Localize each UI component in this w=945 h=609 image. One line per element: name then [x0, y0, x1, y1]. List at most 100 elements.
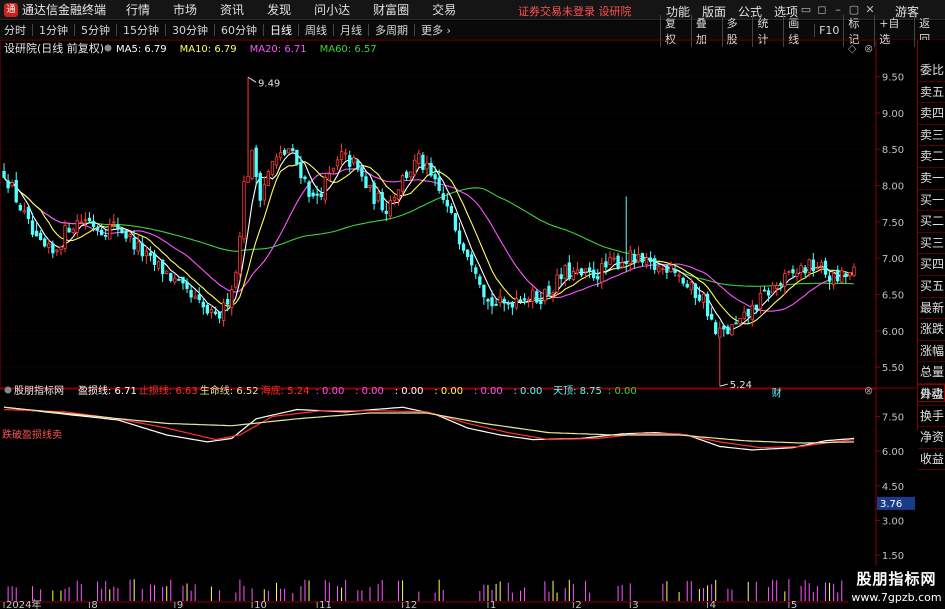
- tab-15min[interactable]: 15分钟: [123, 22, 159, 38]
- side-item-16[interactable]: 换手: [918, 406, 945, 428]
- ma-lines: [3, 152, 855, 331]
- candle-body: [339, 151, 344, 160]
- side-item-9[interactable]: 买四: [918, 254, 945, 276]
- y-tick-label: 3.00: [882, 516, 904, 527]
- candle-body: [535, 291, 539, 303]
- side-item-0[interactable]: 委比: [918, 60, 945, 82]
- menu-trade[interactable]: 交易: [432, 1, 456, 18]
- candle-body: [616, 255, 620, 269]
- candle-body: [266, 171, 271, 186]
- candle-body: [278, 152, 283, 158]
- candle-body: [661, 268, 665, 271]
- candle-body: [705, 293, 710, 317]
- menu-news[interactable]: 资讯: [220, 1, 244, 18]
- menu-ask[interactable]: 问小达: [314, 1, 350, 18]
- menu-fortune[interactable]: 财富圈: [373, 1, 409, 18]
- side-panel-spacer: [918, 40, 945, 60]
- tab-30min[interactable]: 30分钟: [172, 22, 208, 38]
- tab-intraday[interactable]: 分时: [4, 22, 26, 38]
- menu-market[interactable]: 市场: [173, 1, 197, 18]
- candle-body: [429, 162, 433, 176]
- candle-body: [689, 282, 693, 291]
- grid: [0, 39, 916, 609]
- candle-body: [185, 281, 189, 289]
- candle-body: [701, 293, 706, 303]
- tab-monthly[interactable]: 月线: [340, 22, 362, 38]
- close-pane-icon: ⊗: [864, 42, 873, 55]
- restore-icon[interactable]: ◻: [814, 3, 830, 16]
- side-item-2[interactable]: 卖四: [918, 103, 945, 125]
- tf-divider: [32, 24, 33, 36]
- side-item-4[interactable]: 卖二: [918, 146, 945, 168]
- candle-body: [620, 262, 624, 268]
- candle-body: [189, 290, 193, 298]
- side-item-7[interactable]: 买二: [918, 211, 945, 233]
- side-item-17[interactable]: 净资: [918, 427, 945, 449]
- watermark-url: www.7gpzb.com: [851, 591, 942, 604]
- candle-body: [250, 150, 254, 179]
- tab-daily[interactable]: 日线: [270, 22, 292, 38]
- tab-1min[interactable]: 1分钟: [39, 22, 68, 38]
- candle-body: [47, 243, 51, 248]
- candle-body: [714, 322, 718, 334]
- x-tick-label: 10: [254, 600, 267, 609]
- candle-body: [807, 259, 811, 273]
- candle-body: [38, 232, 43, 241]
- kline-chart[interactable]: 5.50 6.00 6.50 7.00 7.50 8.00 8.50 9.00 9.50 1.50…: [0, 39, 916, 609]
- side-item-14[interactable]: 总量: [918, 362, 945, 384]
- auto-button[interactable]: 自动: [917, 384, 945, 402]
- side-item-12[interactable]: 涨跌: [918, 319, 945, 341]
- candle-body: [217, 311, 222, 319]
- settings-icon: [104, 44, 112, 52]
- app-title: 通达信金融终端: [22, 3, 107, 17]
- candle-body: [246, 175, 250, 183]
- candle-body: [583, 268, 588, 273]
- tab-60min[interactable]: 60分钟: [221, 22, 257, 38]
- side-item-1[interactable]: 卖五: [918, 82, 945, 104]
- x-tick-label: 1: [490, 600, 496, 609]
- candle-body: [307, 181, 311, 197]
- side-item-5[interactable]: 卖一: [918, 168, 945, 190]
- candle-body: [242, 181, 246, 240]
- candle-body: [258, 172, 262, 201]
- candle-body: [323, 177, 327, 201]
- candle-body: [567, 262, 571, 280]
- candle-body: [823, 260, 828, 275]
- tab-weekly[interactable]: 周线: [305, 22, 327, 38]
- side-item-11[interactable]: 最新: [918, 298, 945, 320]
- side-item-13[interactable]: 涨幅: [918, 341, 945, 363]
- side-item-18[interactable]: 收益: [918, 449, 945, 471]
- candle-body: [478, 276, 482, 285]
- menu-quotes[interactable]: 行情: [126, 1, 150, 18]
- candle-body: [282, 149, 287, 155]
- chart-area[interactable]: 5.50 6.00 6.50 7.00 7.50 8.00 8.50 9.00 9.50 1.50…: [0, 39, 916, 609]
- candle-body: [742, 311, 746, 319]
- candle-body: [486, 299, 490, 302]
- side-item-8[interactable]: 买三: [918, 233, 945, 255]
- candle-body: [559, 274, 563, 280]
- x-tick-label: 8: [91, 600, 97, 609]
- side-item-6[interactable]: 买一: [918, 190, 945, 212]
- candle-body: [579, 268, 584, 276]
- app-logo: 通: [4, 2, 18, 17]
- candle-body: [693, 283, 698, 298]
- tab-multiperiod[interactable]: 多周期: [375, 22, 408, 38]
- side-item-3[interactable]: 卖三: [918, 125, 945, 147]
- candle-body: [209, 309, 214, 313]
- candle-body: [644, 257, 649, 265]
- candle-body: [372, 182, 376, 204]
- tab-more[interactable]: 更多 ›: [421, 22, 451, 38]
- y-tick-label: 6.50: [882, 291, 904, 302]
- x-tick-label: 9: [177, 600, 183, 609]
- candle-body: [335, 159, 340, 167]
- menu-discover[interactable]: 发现: [267, 1, 291, 18]
- tf-divider: [165, 24, 166, 36]
- login-alert[interactable]: 证券交易未登录 设研院: [518, 3, 632, 19]
- tab-5min[interactable]: 5分钟: [81, 22, 110, 38]
- candle-body: [632, 254, 637, 263]
- side-item-10[interactable]: 买五: [918, 276, 945, 298]
- candle-body: [319, 193, 323, 197]
- candle-body: [539, 300, 543, 305]
- candle-body: [555, 274, 559, 293]
- f10-button[interactable]: F10: [814, 24, 843, 37]
